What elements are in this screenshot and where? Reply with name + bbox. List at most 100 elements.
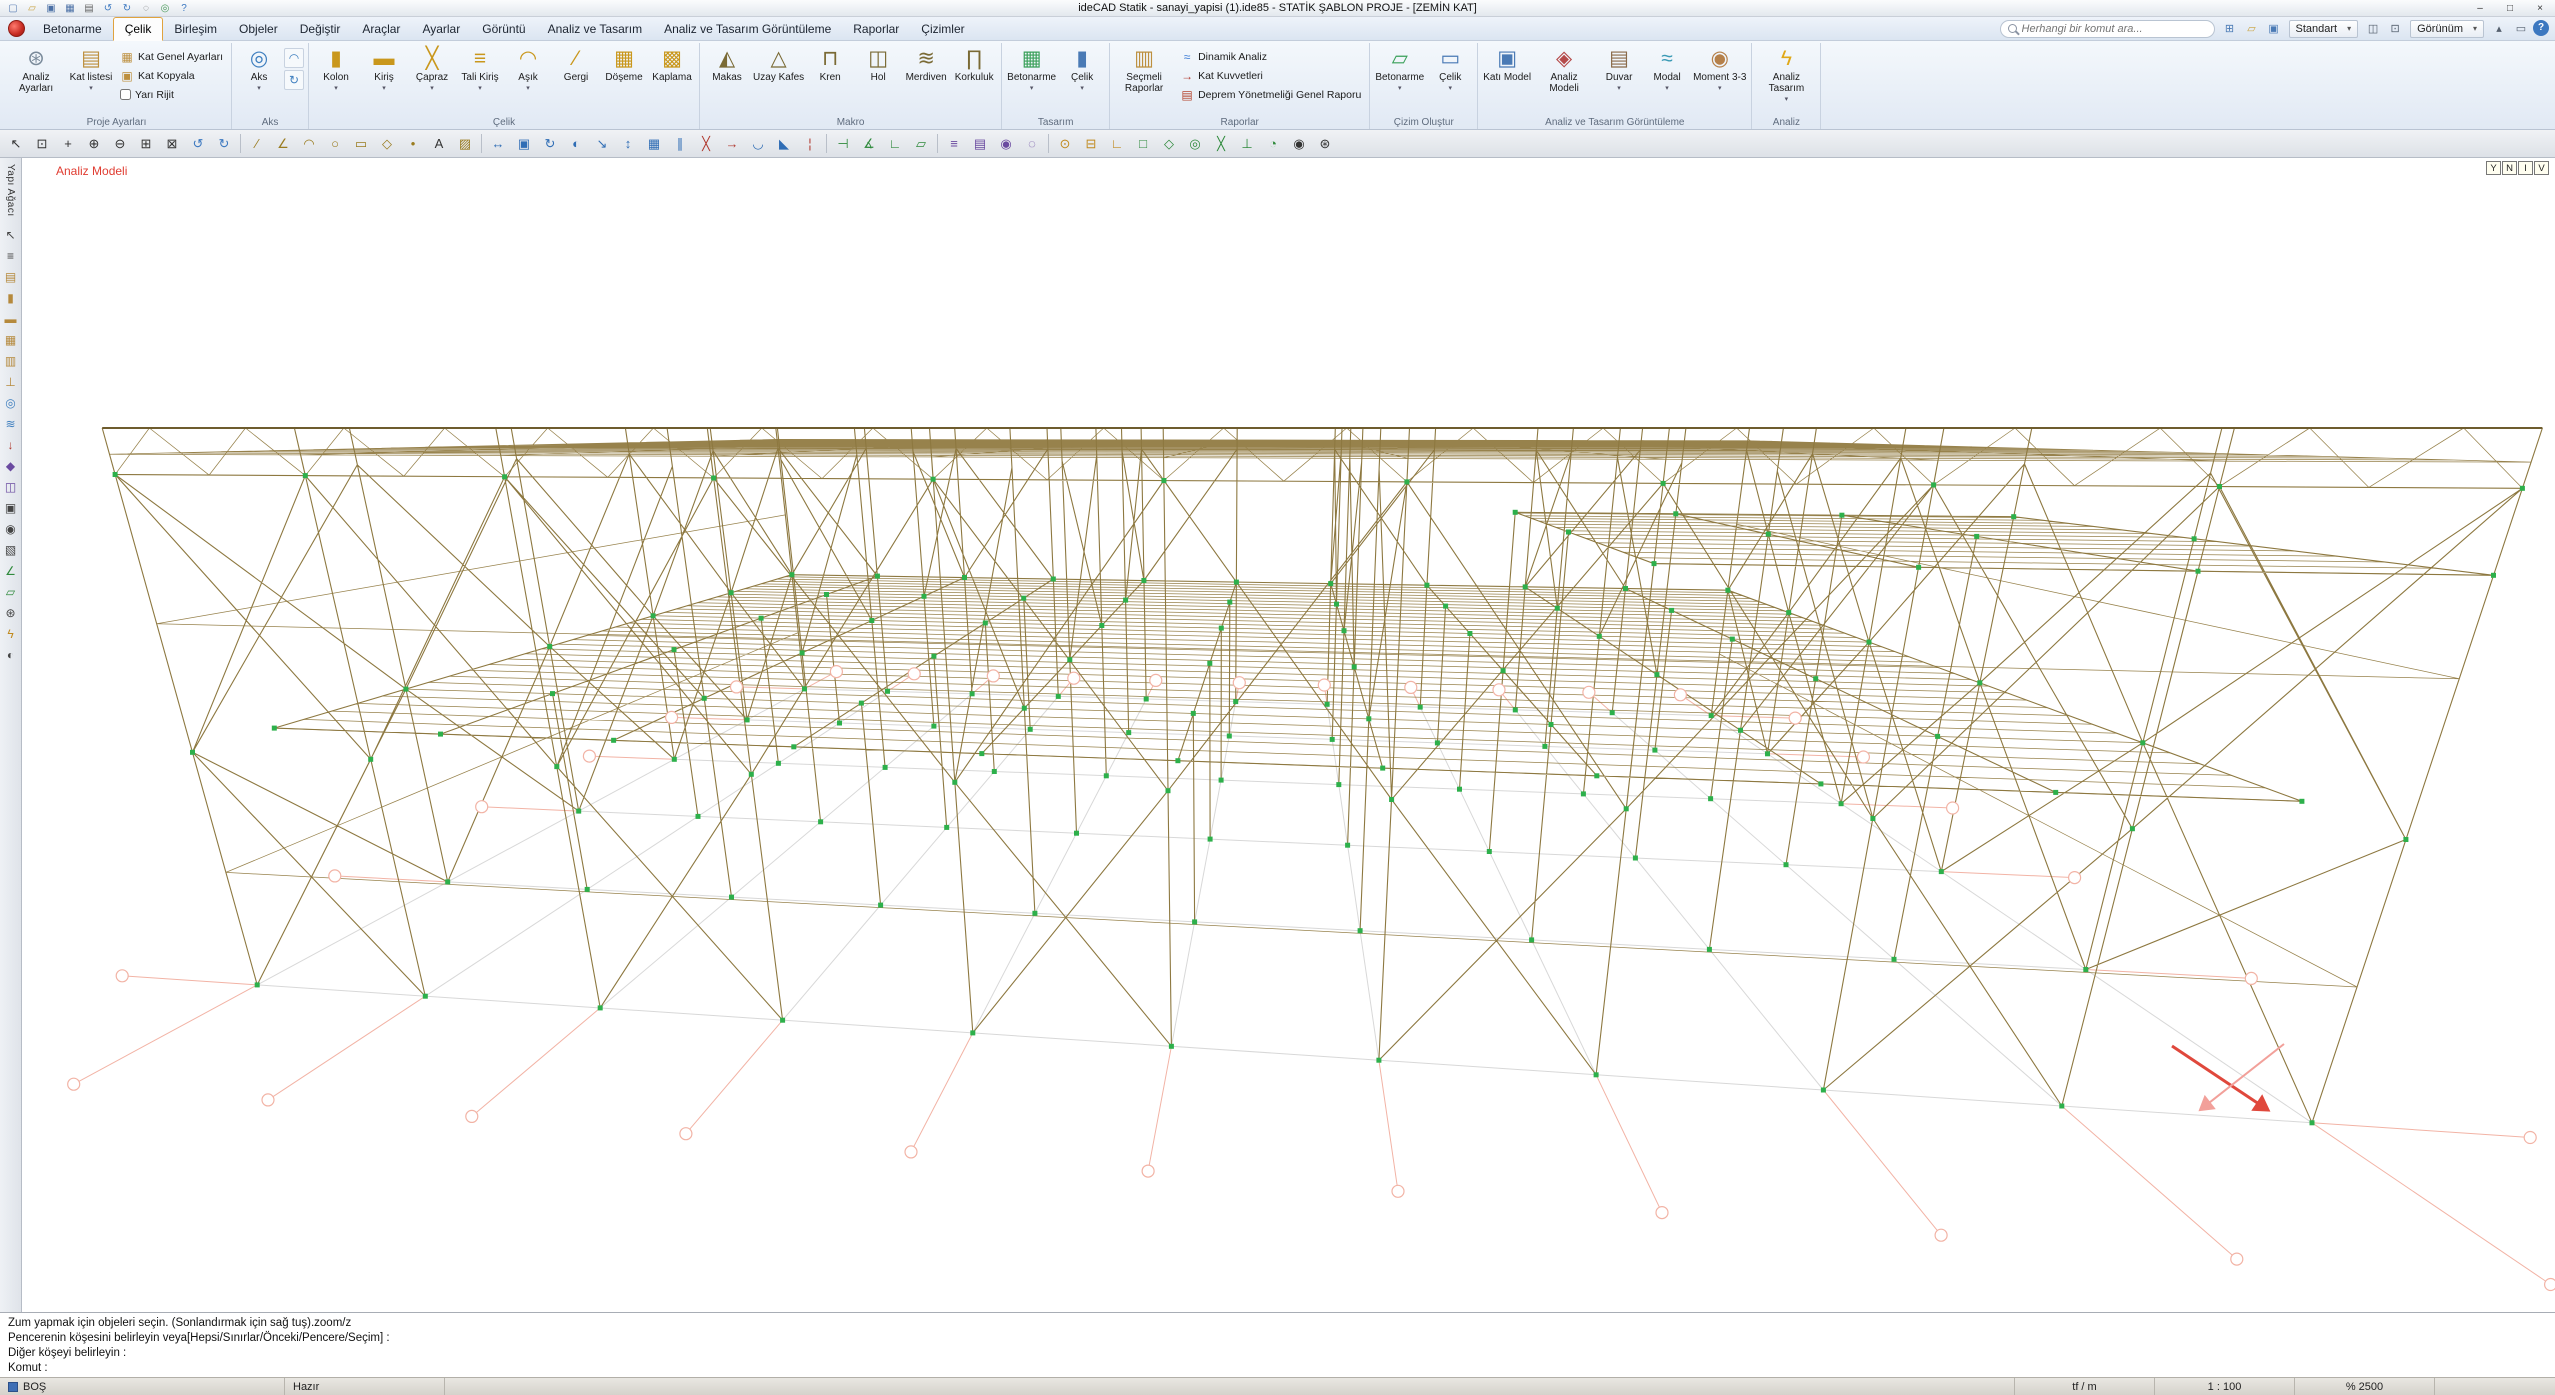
chamfer-tool[interactable]: ◣ bbox=[771, 132, 797, 155]
display-settings-tool[interactable]: ⊛ bbox=[1312, 132, 1338, 155]
ortho-tool[interactable]: ∟ bbox=[1104, 132, 1130, 155]
osnap-center-tool[interactable]: ◎ bbox=[1182, 132, 1208, 155]
grid-tool[interactable]: ⊟ bbox=[1078, 132, 1104, 155]
unit-display[interactable]: tf / m bbox=[2015, 1378, 2155, 1395]
load-tool[interactable]: ↓ bbox=[1, 435, 21, 456]
tab-görüntü[interactable]: Görüntü bbox=[471, 17, 536, 40]
tab-analiz-ve-tasarım-görüntüleme[interactable]: Analiz ve Tasarım Görüntüleme bbox=[653, 17, 842, 40]
tab-betonarme[interactable]: Betonarme bbox=[32, 17, 113, 40]
fullscreen-button[interactable]: ⊡ bbox=[2385, 20, 2405, 38]
osnap-tangent-tool[interactable]: ◔ bbox=[1260, 132, 1286, 155]
tab-çelik[interactable]: Çelik bbox=[113, 17, 164, 41]
axis-tool[interactable]: ◎ bbox=[1, 393, 21, 414]
tab-birleşim[interactable]: Birleşim bbox=[163, 17, 228, 40]
close-button[interactable]: × bbox=[2525, 0, 2555, 16]
kren-button[interactable]: ⊓Kren bbox=[806, 43, 854, 116]
view-button-n[interactable]: N bbox=[2502, 161, 2517, 175]
line-tool[interactable]: ∕ bbox=[244, 132, 270, 155]
scale-tool[interactable]: ↘ bbox=[589, 132, 615, 155]
tab-objeler[interactable]: Objeler bbox=[228, 17, 289, 40]
duvar-button[interactable]: ▤Duvar bbox=[1595, 43, 1643, 116]
uzay-kafes-button[interactable]: △Uzay Kafes bbox=[751, 43, 806, 116]
osnap-perpendicular-tool[interactable]: ⊥ bbox=[1234, 132, 1260, 155]
aks-button[interactable]: ◎Aks bbox=[235, 43, 283, 116]
break-tool[interactable]: ¦ bbox=[797, 132, 823, 155]
minimize-button[interactable]: – bbox=[2465, 0, 2495, 16]
layer-tool[interactable]: ▧ bbox=[1, 540, 21, 561]
analiz-modeli-button[interactable]: ◈Analiz Modeli bbox=[1533, 43, 1595, 116]
hol-button[interactable]: ◫Hol bbox=[854, 43, 902, 116]
circle-tool[interactable]: ○ bbox=[322, 132, 348, 155]
cizim-betonarme-button[interactable]: ▱Betonarme bbox=[1373, 43, 1426, 116]
hatch-tool[interactable]: ▨ bbox=[452, 132, 478, 155]
kati-model-button[interactable]: ▣Katı Model bbox=[1481, 43, 1533, 116]
tasarim-celik-button[interactable]: ▮Çelik bbox=[1058, 43, 1106, 116]
cizim-celik-button[interactable]: ▭Çelik bbox=[1426, 43, 1474, 116]
view-tool[interactable]: ◉ bbox=[1, 519, 21, 540]
rectangle-tool[interactable]: ▭ bbox=[348, 132, 374, 155]
analysis-tool[interactable]: ϟ bbox=[1, 624, 21, 645]
command-search[interactable] bbox=[2000, 20, 2215, 38]
analiz-tasarim-button[interactable]: ϟAnaliz Tasarım bbox=[1755, 43, 1817, 116]
model-wireframe[interactable] bbox=[22, 158, 2555, 1312]
kaplama-button[interactable]: ▩Kaplama bbox=[648, 43, 696, 116]
scale-display[interactable]: 1 : 100 bbox=[2155, 1378, 2295, 1395]
redo-button[interactable]: ↻ bbox=[118, 1, 136, 16]
print-button[interactable]: ▤ bbox=[80, 1, 98, 16]
measure-tool[interactable]: ∡ bbox=[856, 132, 882, 155]
zoom-out-tool[interactable]: ⊖ bbox=[107, 132, 133, 155]
osnap-intersection-tool[interactable]: ╳ bbox=[1208, 132, 1234, 155]
save-button[interactable]: ▣ bbox=[42, 1, 60, 16]
view-button-v[interactable]: V bbox=[2534, 161, 2549, 175]
group-tool[interactable]: ◉ bbox=[993, 132, 1019, 155]
window-new-button[interactable]: ⊞ bbox=[2220, 20, 2240, 38]
kiris-button[interactable]: ▬Kiriş bbox=[360, 43, 408, 116]
tab-değiştir[interactable]: Değiştir bbox=[289, 17, 352, 40]
trim-tool[interactable]: ╳ bbox=[693, 132, 719, 155]
display-tool[interactable]: ◐ bbox=[1, 645, 21, 666]
copy-tool[interactable]: ▣ bbox=[511, 132, 537, 155]
material-tool[interactable]: ◆ bbox=[1, 456, 21, 477]
redraw-tool[interactable]: ↻ bbox=[211, 132, 237, 155]
yapi-agaci-tab[interactable]: Yapı Ağacı bbox=[5, 158, 16, 225]
deprem-raporu-button[interactable]: ▤Deprem Yönetmeliği Genel Raporu bbox=[1177, 86, 1364, 103]
project-tree-tool[interactable]: ≡ bbox=[1, 246, 21, 267]
osnap-endpoint-tool[interactable]: □ bbox=[1130, 132, 1156, 155]
makas-button[interactable]: ◭Makas bbox=[703, 43, 751, 116]
child-restore-button[interactable]: ▭ bbox=[2511, 20, 2531, 38]
refresh-button[interactable]: ◎ bbox=[156, 1, 174, 16]
zoom-in-tool[interactable]: ⊕ bbox=[81, 132, 107, 155]
zoom-window-tool[interactable]: ⊞ bbox=[133, 132, 159, 155]
column-tool[interactable]: ▮ bbox=[1, 288, 21, 309]
slab-tool[interactable]: ▦ bbox=[1, 330, 21, 351]
angle-tool[interactable]: ∟ bbox=[882, 132, 908, 155]
modal-button[interactable]: ≈Modal bbox=[1643, 43, 1691, 116]
help-button[interactable]: ? bbox=[2533, 20, 2549, 36]
text-tool[interactable]: A bbox=[426, 132, 452, 155]
wall-tool[interactable]: ▥ bbox=[1, 351, 21, 372]
kat-genel-ayarlari-button[interactable]: ▦Kat Genel Ayarları bbox=[117, 48, 226, 65]
view-previous-button[interactable]: ◌ bbox=[137, 1, 155, 16]
settings-tool[interactable]: ⊛ bbox=[1, 603, 21, 624]
extend-tool[interactable]: → bbox=[719, 132, 745, 155]
snap-tool[interactable]: ⊙ bbox=[1052, 132, 1078, 155]
beam-tool[interactable]: ▬ bbox=[1, 309, 21, 330]
zoom-display[interactable]: % 2500 bbox=[2295, 1378, 2435, 1395]
aks-arc-button[interactable]: ◠ bbox=[284, 48, 304, 68]
doseme-button[interactable]: ▦Döşeme bbox=[600, 43, 648, 116]
view-button-y[interactable]: Y bbox=[2486, 161, 2501, 175]
secmeli-raporlar-button[interactable]: ▥Seçmeli Raporlar bbox=[1113, 43, 1175, 116]
kat-kopyala-button[interactable]: ▣Kat Kopyala bbox=[117, 67, 226, 84]
workspace-select[interactable]: Standart bbox=[2289, 20, 2359, 38]
tali-kiris-button[interactable]: ≡Tali Kiriş bbox=[456, 43, 504, 116]
move-tool[interactable]: ↔ bbox=[485, 132, 511, 155]
visibility-tool[interactable]: ◉ bbox=[1286, 132, 1312, 155]
new-file-button[interactable]: ▢ bbox=[4, 1, 22, 16]
save-model-button[interactable]: ▣ bbox=[2264, 20, 2284, 38]
properties-tool[interactable]: ▤ bbox=[967, 132, 993, 155]
tab-raporlar[interactable]: Raporlar bbox=[842, 17, 910, 40]
polygon-tool[interactable]: ◇ bbox=[374, 132, 400, 155]
layers-tool[interactable]: ≡ bbox=[941, 132, 967, 155]
viewport[interactable]: Analiz Modeli YNIV bbox=[22, 158, 2555, 1312]
report-tool[interactable]: ▱ bbox=[1, 582, 21, 603]
